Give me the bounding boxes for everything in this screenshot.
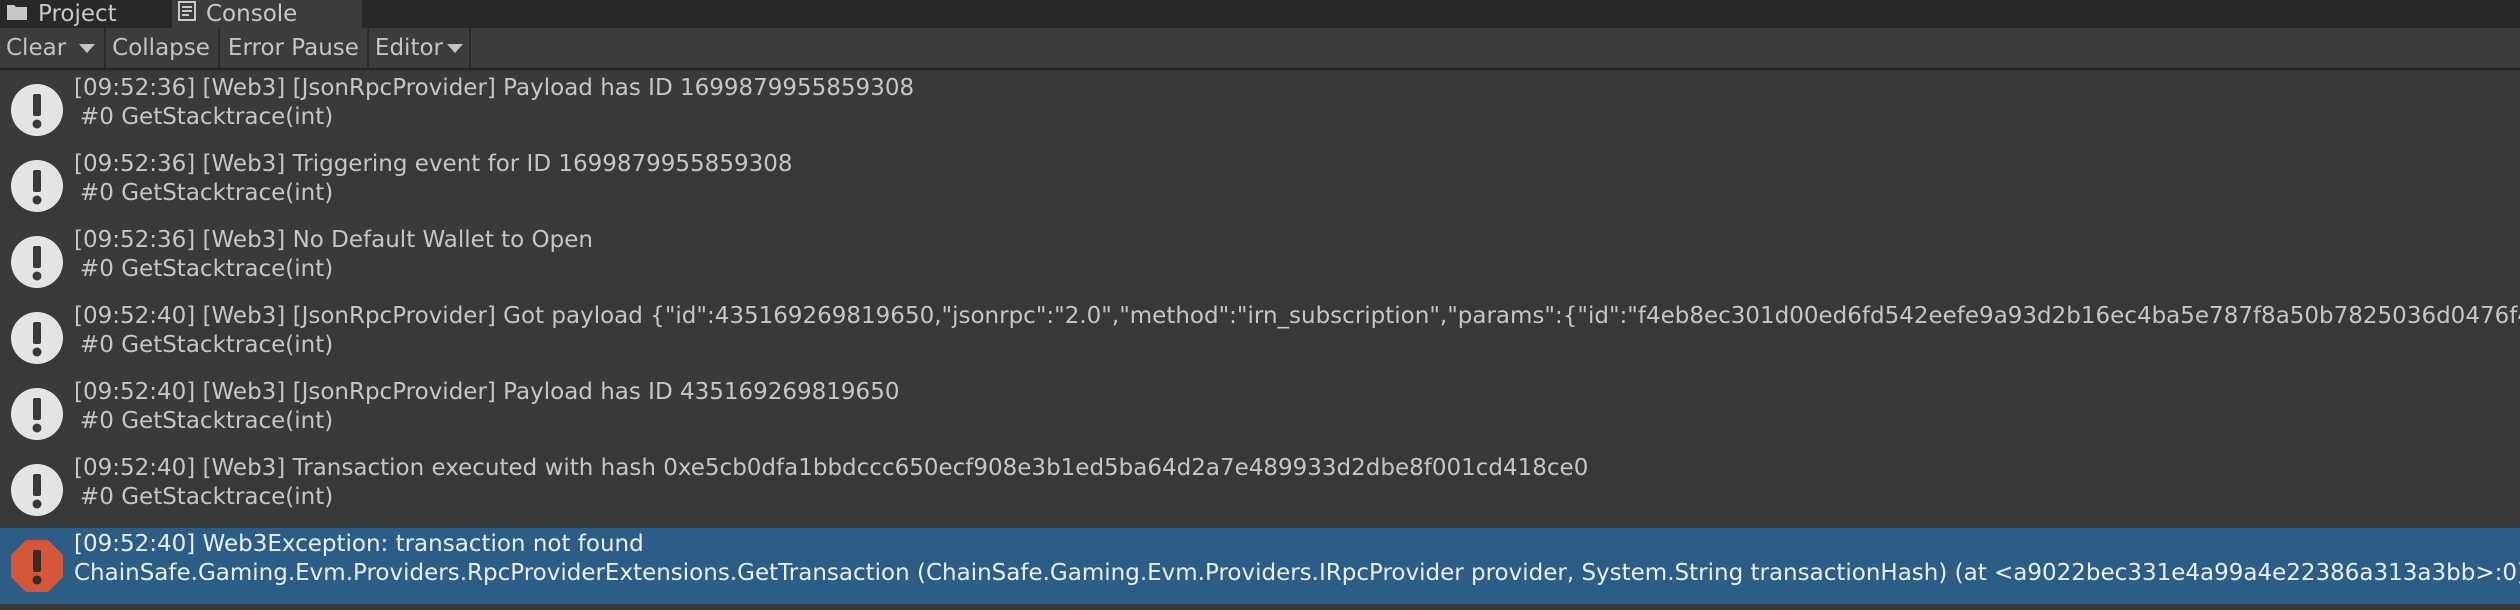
log-entry-text: [09:52:36] [Web3] No Default Wallet to O… [74,224,593,284]
log-message: [09:52:40] [Web3] [JsonRpcProvider] Got … [74,303,2520,329]
log-entry-text: [09:52:40] Web3Exception: transaction no… [74,528,2520,588]
chevron-down-icon [79,43,96,53]
log-stacktrace: #0 GetStacktrace(int) [80,104,334,130]
log-entry[interactable]: [09:52:36] [Web3] Triggering event for I… [0,148,2520,224]
log-entry[interactable]: [09:52:40] [Web3] [JsonRpcProvider] Payl… [0,376,2520,452]
tab-project-label: Project [38,1,117,27]
editor-dropdown[interactable]: Editor [369,28,469,68]
log-entry-selected[interactable]: [09:52:40] Web3Exception: transaction no… [0,528,2520,604]
log-stacktrace: ChainSafe.Gaming.Evm.Providers.RpcProvid… [74,560,2520,586]
log-entry[interactable]: [09:52:40] [Web3] Transaction executed w… [0,452,2520,528]
tab-console-label: Console [206,1,298,27]
editor-dropdown-label: Editor [374,35,443,61]
clear-options-dropdown[interactable] [70,28,104,68]
log-stacktrace: #0 GetStacktrace(int) [80,332,334,358]
log-entry[interactable]: [09:52:40] [Web3] [JsonRpcProvider] Got … [0,300,2520,376]
log-entry-text: [09:52:40] [Web3] [JsonRpcProvider] Payl… [74,376,899,436]
log-stacktrace: #0 GetStacktrace(int) [80,180,334,206]
tab-console[interactable]: Console [172,0,362,28]
log-entry-icon-cell [0,224,74,300]
folder-icon [6,1,28,27]
log-entry-text: [09:52:40] [Web3] [JsonRpcProvider] Got … [74,300,2520,360]
log-message: [09:52:36] [Web3] No Default Wallet to O… [74,227,593,253]
log-message: [09:52:36] [Web3] [JsonRpcProvider] Payl… [74,75,915,101]
warning-icon [11,312,63,364]
console-toolbar: Clear Collapse Error Pause Editor [0,28,2520,70]
chevron-down-icon [447,43,463,53]
log-entry-text: [09:52:40] [Web3] Transaction executed w… [74,452,1588,512]
log-message: [09:52:40] [Web3] Transaction executed w… [74,455,1589,481]
log-stacktrace: #0 GetStacktrace(int) [80,256,334,282]
log-entry-icon-cell [0,300,74,376]
log-entry-text: [09:52:36] [Web3] Triggering event for I… [74,148,792,208]
log-message: [09:52:40] Web3Exception: transaction no… [74,531,644,557]
log-message: [09:52:36] [Web3] Triggering event for I… [74,151,793,177]
log-entry-icon-cell [0,72,74,148]
clear-button[interactable]: Clear [2,28,70,68]
log-entry-icon-cell [0,376,74,452]
log-entry[interactable]: [09:52:36] [Web3] No Default Wallet to O… [0,224,2520,300]
warning-icon [11,84,63,136]
console-icon [178,1,196,27]
log-list: [09:52:36] [Web3] [JsonRpcProvider] Payl… [0,72,2520,604]
console-window: Project Console Clear Collapse Error Pau… [0,0,2520,610]
tab-project[interactable]: Project [0,0,172,28]
error-pause-toggle[interactable]: Error Pause [220,28,367,68]
log-stacktrace: #0 GetStacktrace(int) [80,484,334,510]
tab-bar: Project Console [0,0,2520,28]
log-entry[interactable]: [09:52:36] [Web3] [JsonRpcProvider] Payl… [0,72,2520,148]
log-message: [09:52:40] [Web3] [JsonRpcProvider] Payl… [74,379,900,405]
toolbar-divider [469,28,471,68]
log-stacktrace: #0 GetStacktrace(int) [80,408,334,434]
warning-icon [11,236,63,288]
error-icon [11,540,63,592]
log-entry-icon-cell [0,452,74,528]
warning-icon [11,464,63,516]
warning-icon [11,388,63,440]
collapse-toggle[interactable]: Collapse [106,28,218,68]
warning-icon [11,160,63,212]
log-entry-icon-cell [0,528,74,604]
log-entry-text: [09:52:36] [Web3] [JsonRpcProvider] Payl… [74,72,914,132]
log-entry-icon-cell [0,148,74,224]
